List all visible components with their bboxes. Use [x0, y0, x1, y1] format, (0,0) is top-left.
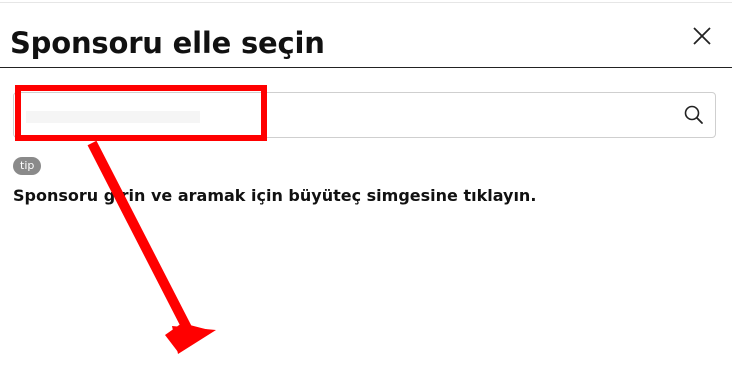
close-icon — [693, 27, 711, 45]
dialog-title: Sponsoru elle seçin — [10, 26, 325, 60]
tip-text: Sponsoru girin ve aramak için büyüteç si… — [13, 186, 537, 205]
close-button[interactable] — [686, 22, 718, 54]
redacted-input-value — [26, 111, 200, 123]
tip-badge: tip — [13, 157, 42, 175]
header-divider — [0, 67, 732, 68]
search-button[interactable] — [683, 104, 705, 126]
sponsor-select-dialog: Sponsoru elle seçin tip Sponsoru girin v… — [0, 0, 732, 365]
top-border — [0, 2, 732, 3]
search-icon — [684, 105, 703, 124]
